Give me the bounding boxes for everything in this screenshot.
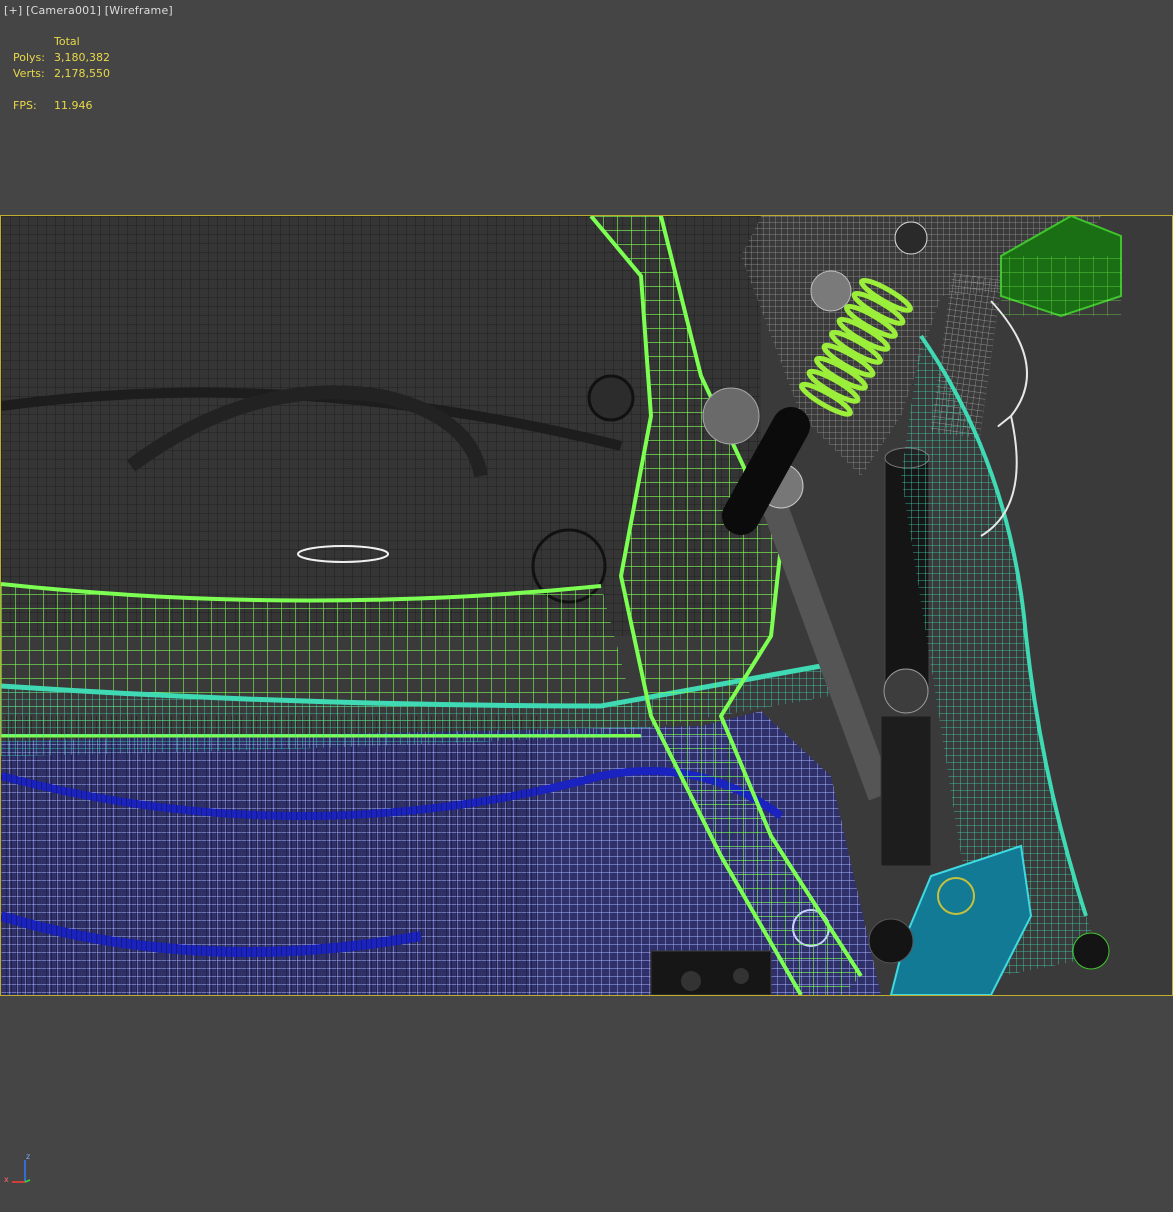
- polys-label: Polys:: [13, 51, 45, 64]
- viewport-camera-menu[interactable]: [Camera001]: [26, 4, 101, 17]
- verts-label: Verts:: [13, 67, 45, 80]
- axis-z-label: z: [26, 1152, 30, 1161]
- axis-x-label: x: [4, 1175, 9, 1184]
- stats-header: Total: [54, 35, 80, 48]
- fps-value: 11.946: [54, 99, 93, 112]
- axis-tripod: z x: [4, 1150, 34, 1190]
- verts-value: 2,178,550: [54, 67, 110, 80]
- viewport-camera001[interactable]: [+] [Camera001] [Wireframe] Total Polys:…: [0, 0, 1173, 1212]
- viewport-shading-menu[interactable]: [Wireframe]: [105, 4, 173, 17]
- viewport-menu-plus[interactable]: [+]: [4, 4, 22, 17]
- wireframe-scene[interactable]: [1, 216, 1172, 995]
- polys-value: 3,180,382: [54, 51, 110, 64]
- viewport-label[interactable]: [+] [Camera001] [Wireframe]: [4, 4, 173, 17]
- fps-label: FPS:: [13, 99, 37, 112]
- black-bracket: [650, 950, 772, 995]
- safe-frame-render-region[interactable]: [0, 215, 1173, 996]
- dark-hole-mesh: [587, 374, 635, 422]
